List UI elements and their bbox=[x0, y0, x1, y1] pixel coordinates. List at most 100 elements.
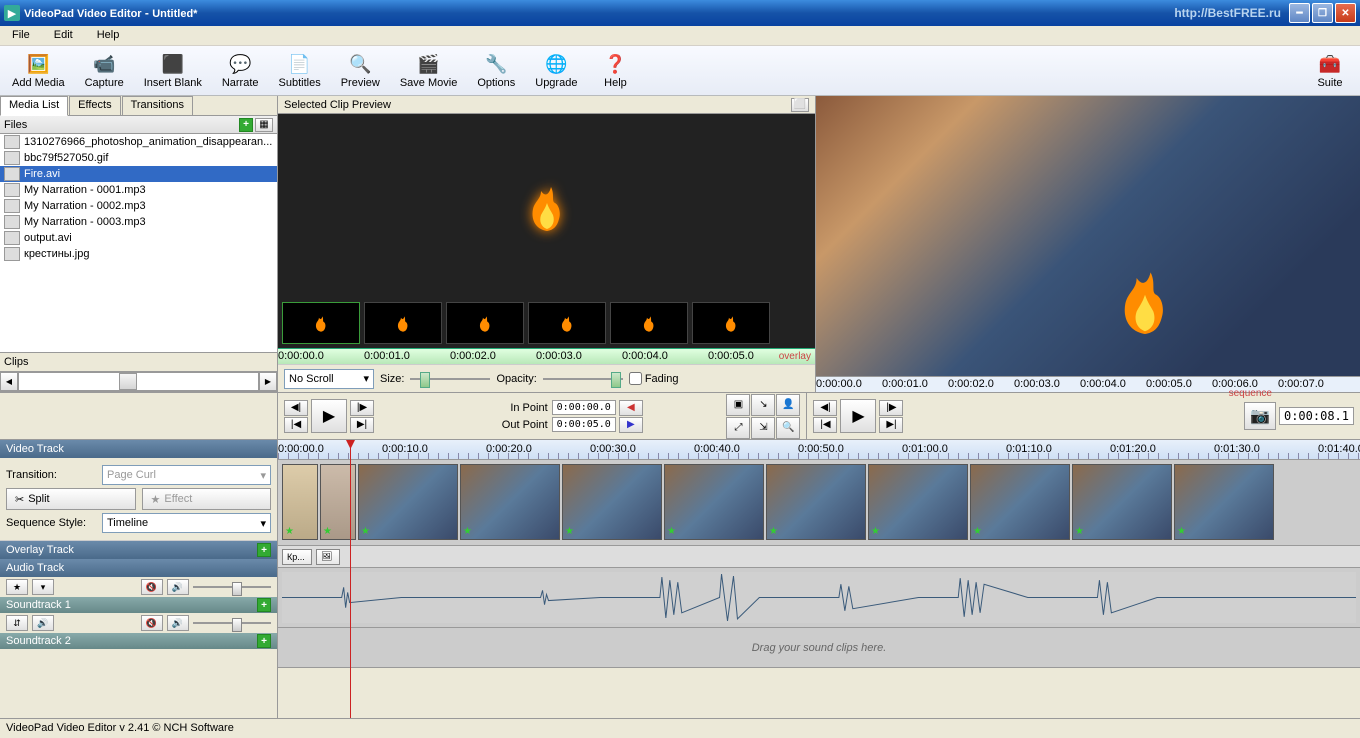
help-button[interactable]: ❓Help bbox=[591, 50, 639, 91]
seq-start-button[interactable]: |◀ bbox=[813, 417, 837, 433]
clips-scrollbar[interactable]: ◀ ▶ bbox=[0, 372, 277, 392]
video-clip[interactable] bbox=[1072, 464, 1172, 540]
file-list[interactable]: 1310276966_photoshop_animation_disappear… bbox=[0, 134, 277, 352]
snapshot-button[interactable]: 📷 bbox=[1244, 402, 1276, 430]
clip-expand-button[interactable]: ⬜ bbox=[791, 98, 809, 112]
zoom-button[interactable]: 🔍 bbox=[776, 417, 800, 439]
clip-play-button[interactable]: ▶ bbox=[311, 399, 347, 433]
playhead[interactable] bbox=[350, 440, 351, 718]
soundtrack-lane[interactable]: Drag your sound clips here. bbox=[278, 628, 1360, 668]
thumbnail[interactable] bbox=[282, 302, 360, 344]
seq-style-select[interactable]: Timeline▾ bbox=[102, 513, 271, 533]
dropdown-button[interactable]: ▾ bbox=[32, 579, 54, 595]
transition-select[interactable]: Page Curl▾ bbox=[102, 465, 271, 485]
volume-slider[interactable] bbox=[193, 580, 272, 594]
fading-checkbox[interactable]: Fading bbox=[629, 372, 679, 385]
timeline[interactable]: 0:00:00.00:00:10.00:00:20.00:00:30.00:00… bbox=[278, 440, 1360, 718]
scroll-right-button[interactable]: ▶ bbox=[259, 372, 277, 391]
close-button[interactable]: ✕ bbox=[1335, 3, 1356, 23]
thumbnail[interactable] bbox=[610, 302, 688, 344]
seq-next-frame-button[interactable]: |▶ bbox=[879, 400, 903, 416]
files-view-button[interactable]: ▦ bbox=[255, 118, 273, 132]
clip-start-button[interactable]: |◀ bbox=[284, 417, 308, 433]
file-item[interactable]: Fire.avi bbox=[0, 166, 277, 182]
star-button[interactable]: ★ bbox=[6, 579, 28, 595]
narrate-button[interactable]: 💬Narrate bbox=[216, 50, 265, 91]
clip-prev-frame-button[interactable]: ◀| bbox=[284, 400, 308, 416]
video-clip[interactable] bbox=[282, 464, 318, 540]
preview-button[interactable]: 🔍Preview bbox=[335, 50, 386, 91]
tab-media-list[interactable]: Media List bbox=[0, 96, 68, 116]
menu-edit[interactable]: Edit bbox=[48, 28, 79, 43]
maximize-button[interactable]: ❐ bbox=[1312, 3, 1333, 23]
thumbnail[interactable] bbox=[692, 302, 770, 344]
video-clip[interactable] bbox=[970, 464, 1070, 540]
vol-button[interactable]: 🔊 bbox=[167, 579, 189, 595]
crop-button[interactable]: ▣ bbox=[726, 394, 750, 416]
scroll-mode-select[interactable]: No Scroll▾ bbox=[284, 369, 374, 389]
file-item[interactable]: My Narration - 0001.mp3 bbox=[0, 182, 277, 198]
menu-file[interactable]: File bbox=[6, 28, 36, 43]
add-overlay-button[interactable]: + bbox=[257, 543, 271, 557]
clip-ruler[interactable]: overlay 0:00:00.00:00:01.00:00:02.00:00:… bbox=[278, 348, 815, 364]
file-item[interactable]: My Narration - 0003.mp3 bbox=[0, 214, 277, 230]
overlay-clip[interactable]: Кр... bbox=[282, 549, 312, 565]
set-in-button[interactable]: ◀ bbox=[619, 400, 643, 416]
split-button[interactable]: ✂Split bbox=[6, 488, 136, 510]
video-clip[interactable] bbox=[358, 464, 458, 540]
thumbnail[interactable] bbox=[446, 302, 524, 344]
options-button[interactable]: 🔧Options bbox=[471, 50, 521, 91]
tab-transitions[interactable]: Transitions bbox=[122, 96, 193, 115]
scroll-thumb[interactable] bbox=[119, 373, 137, 390]
st1-mute-button[interactable]: 🔇 bbox=[141, 615, 163, 631]
seq-end-button[interactable]: ▶| bbox=[879, 417, 903, 433]
effect-button[interactable]: ★Effect bbox=[142, 488, 272, 510]
video-clip[interactable] bbox=[664, 464, 764, 540]
scroll-track[interactable] bbox=[18, 372, 259, 391]
file-item[interactable]: output.avi bbox=[0, 230, 277, 246]
save-movie-button[interactable]: 🎬Save Movie bbox=[394, 50, 463, 91]
st1-link-button[interactable]: ⇵ bbox=[6, 615, 28, 631]
file-item[interactable]: My Narration - 0002.mp3 bbox=[0, 198, 277, 214]
overlay-clip-image[interactable]: 🖼 bbox=[316, 549, 340, 565]
add-st1-button[interactable]: + bbox=[257, 598, 271, 612]
st1-volume-slider[interactable] bbox=[193, 616, 272, 630]
clip-next-frame-button[interactable]: |▶ bbox=[350, 400, 374, 416]
sequence-ruler[interactable]: 0:00:00.00:00:01.00:00:02.00:00:03.00:00… bbox=[816, 376, 1360, 392]
overlay-track[interactable]: Кр... 🖼 bbox=[278, 546, 1360, 568]
insert-video-button[interactable]: ↘ bbox=[751, 394, 775, 416]
thumbnail[interactable] bbox=[364, 302, 442, 344]
set-out-button[interactable]: ▶ bbox=[619, 417, 643, 433]
in-point-value[interactable]: 0:00:00.0 bbox=[552, 400, 616, 415]
st1-vol-button[interactable]: 🔊 bbox=[32, 615, 54, 631]
add-st2-button[interactable]: + bbox=[257, 634, 271, 648]
file-item[interactable]: крестины.jpg bbox=[0, 246, 277, 262]
st1-speaker-button[interactable]: 🔊 bbox=[167, 615, 189, 631]
seq-play-button[interactable]: ▶ bbox=[840, 399, 876, 433]
video-clip[interactable] bbox=[1174, 464, 1274, 540]
opacity-slider[interactable] bbox=[543, 370, 623, 388]
insert-both-button[interactable]: ⇲ bbox=[751, 417, 775, 439]
clip-end-button[interactable]: ▶| bbox=[350, 417, 374, 433]
minimize-button[interactable]: ━ bbox=[1289, 3, 1310, 23]
mute-button[interactable]: 🔇 bbox=[141, 579, 163, 595]
upgrade-button[interactable]: 🌐Upgrade bbox=[529, 50, 583, 91]
menu-help[interactable]: Help bbox=[91, 28, 126, 43]
seq-prev-frame-button[interactable]: ◀| bbox=[813, 400, 837, 416]
add-file-button[interactable]: + bbox=[239, 118, 253, 132]
video-clip[interactable] bbox=[868, 464, 968, 540]
insert-blank-button[interactable]: ⬛Insert Blank bbox=[138, 50, 208, 91]
video-clip[interactable] bbox=[562, 464, 662, 540]
file-item[interactable]: 1310276966_photoshop_animation_disappear… bbox=[0, 134, 277, 150]
insert-person-button[interactable]: 👤 bbox=[776, 394, 800, 416]
fit-button[interactable]: ⤢ bbox=[726, 417, 750, 439]
add-media-button[interactable]: 🖼️Add Media bbox=[6, 50, 71, 91]
subtitles-button[interactable]: 📄Subtitles bbox=[273, 50, 327, 91]
video-clip[interactable] bbox=[460, 464, 560, 540]
tab-effects[interactable]: Effects bbox=[69, 96, 120, 115]
thumbnail[interactable] bbox=[528, 302, 606, 344]
suite-button[interactable]: 🧰Suite bbox=[1306, 50, 1354, 91]
audio-track[interactable] bbox=[278, 568, 1360, 628]
video-track[interactable] bbox=[278, 460, 1360, 546]
timeline-ruler[interactable]: 0:00:00.00:00:10.00:00:20.00:00:30.00:00… bbox=[278, 440, 1360, 460]
